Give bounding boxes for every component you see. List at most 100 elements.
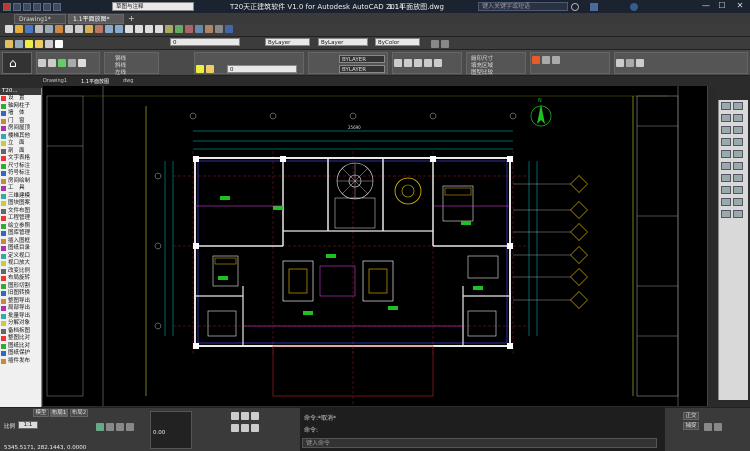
layer-color-icon[interactable] bbox=[55, 40, 63, 48]
new-tab-icon[interactable]: + bbox=[128, 15, 136, 23]
tianzheng-logo[interactable]: ⌂ bbox=[2, 52, 32, 74]
workspace-dropdown[interactable]: 草图与注释 bbox=[112, 2, 194, 11]
bulb-icon[interactable] bbox=[25, 40, 33, 48]
properties-icon[interactable] bbox=[165, 25, 173, 33]
ribbon-compare[interactable]: 图型比较 bbox=[471, 68, 493, 76]
palette-item[interactable]: 分解对象 bbox=[0, 320, 41, 328]
orbit-icon[interactable] bbox=[231, 412, 239, 420]
bulb-icon[interactable] bbox=[196, 65, 204, 73]
palette-item[interactable]: 批量导出 bbox=[0, 313, 41, 321]
region-icon[interactable] bbox=[721, 198, 731, 206]
zoom-window-icon[interactable] bbox=[145, 25, 153, 33]
ribbon-row-left[interactable]: 左线 bbox=[115, 68, 126, 76]
open-icon[interactable] bbox=[15, 25, 23, 33]
palette-item[interactable]: 工程管理 bbox=[0, 215, 41, 223]
customize-icon[interactable] bbox=[714, 423, 722, 431]
add-selected-icon[interactable] bbox=[733, 210, 743, 218]
layer-dropdown[interactable]: 0 bbox=[170, 38, 240, 46]
showmotion-icon[interactable] bbox=[241, 424, 249, 432]
pan-icon[interactable] bbox=[125, 25, 133, 33]
palette-item[interactable]: 文件布图 bbox=[0, 208, 41, 216]
right-tools-panel[interactable] bbox=[614, 52, 748, 74]
rotate-icon[interactable] bbox=[404, 59, 412, 67]
zoom-prev-icon[interactable] bbox=[155, 25, 163, 33]
new-icon[interactable] bbox=[13, 2, 21, 11]
move-icon[interactable] bbox=[394, 59, 402, 67]
user-icon[interactable] bbox=[590, 3, 598, 11]
view-panel[interactable] bbox=[530, 52, 610, 74]
palette-item[interactable]: 定义视口 bbox=[0, 253, 41, 261]
layer-state-icon[interactable] bbox=[15, 40, 23, 48]
ortho-button[interactable]: 正交 bbox=[683, 412, 699, 420]
plot-style-icon[interactable] bbox=[431, 40, 439, 48]
polar-icon[interactable] bbox=[126, 423, 134, 431]
palette-item[interactable]: 工 具 bbox=[0, 185, 41, 193]
new-icon[interactable] bbox=[5, 25, 13, 33]
palette-item[interactable]: 整图比对 bbox=[0, 335, 41, 343]
open-icon[interactable] bbox=[23, 2, 31, 11]
pan-icon[interactable] bbox=[241, 412, 249, 420]
make-block-icon[interactable] bbox=[721, 174, 731, 182]
palette-item[interactable]: 剖 面 bbox=[0, 148, 41, 156]
help-icon[interactable] bbox=[225, 25, 233, 33]
snap-button[interactable]: 捕捉 bbox=[683, 422, 699, 430]
circle-icon[interactable] bbox=[721, 138, 731, 146]
palette-item[interactable]: 插入图框 bbox=[0, 238, 41, 246]
save-icon[interactable] bbox=[25, 25, 33, 33]
layer-manager-icon[interactable] bbox=[5, 40, 13, 48]
palette-item[interactable]: 备档拆图 bbox=[0, 328, 41, 336]
polygon-icon[interactable] bbox=[733, 114, 743, 122]
palette-item[interactable]: 立 面 bbox=[0, 140, 41, 148]
tab-model[interactable]: 模型 bbox=[33, 409, 49, 417]
circle-icon[interactable] bbox=[58, 59, 66, 67]
ellipse-arc-icon[interactable] bbox=[721, 162, 731, 170]
palette-item[interactable]: 视口放大 bbox=[0, 260, 41, 268]
lineweight-dropdown[interactable]: ByLayer bbox=[318, 38, 368, 46]
polyline-icon[interactable] bbox=[721, 114, 731, 122]
sun-icon[interactable] bbox=[35, 40, 43, 48]
save-icon[interactable] bbox=[33, 2, 41, 11]
lock-icon[interactable] bbox=[45, 40, 53, 48]
undo-icon[interactable] bbox=[43, 2, 51, 11]
insert-block-icon[interactable] bbox=[733, 162, 743, 170]
ribbon-layer-dropdown[interactable]: 0 bbox=[227, 65, 297, 73]
revision-cloud-icon[interactable] bbox=[733, 138, 743, 146]
match-icon[interactable] bbox=[95, 25, 103, 33]
palette-item[interactable]: 楼梯其他 bbox=[0, 133, 41, 141]
ribbon-bylayer-a[interactable]: BYLAYER bbox=[339, 55, 385, 63]
design-center-icon[interactable] bbox=[175, 25, 183, 33]
zoom-icon[interactable] bbox=[135, 25, 143, 33]
palette-item[interactable]: 门 窗 bbox=[0, 118, 41, 126]
point-icon[interactable] bbox=[733, 174, 743, 182]
command-line[interactable]: 命令:*取消* 命令: 键入命令 bbox=[300, 407, 665, 451]
ortho-icon[interactable] bbox=[116, 423, 124, 431]
sheet-set-icon[interactable] bbox=[195, 25, 203, 33]
paste-icon[interactable] bbox=[85, 25, 93, 33]
sogou-icon[interactable] bbox=[532, 56, 540, 64]
palette-item[interactable]: 旧图转换 bbox=[0, 290, 41, 298]
palette-item[interactable]: 图块图案 bbox=[0, 200, 41, 208]
palette-item[interactable]: 房间屋顶 bbox=[0, 125, 41, 133]
palette-item[interactable]: 图纸比对 bbox=[0, 343, 41, 351]
color-dropdown[interactable]: ByColor bbox=[375, 38, 420, 46]
ribbon-bylayer-b[interactable]: BYLAYER bbox=[339, 65, 385, 73]
search-input[interactable]: 键入关键字或短语 bbox=[478, 2, 568, 11]
palette-item[interactable]: 房间绘制 bbox=[0, 178, 41, 186]
palette-item[interactable]: 改变比例 bbox=[0, 268, 41, 276]
palette-item[interactable]: 插件发布 bbox=[0, 358, 41, 366]
cut-icon[interactable] bbox=[65, 25, 73, 33]
copy-icon[interactable] bbox=[75, 25, 83, 33]
line-icon[interactable] bbox=[721, 102, 731, 110]
rect-icon[interactable] bbox=[78, 59, 86, 67]
tab-layout2[interactable]: 布局2 bbox=[70, 409, 88, 417]
palette-item[interactable]: 绘立参照 bbox=[0, 223, 41, 231]
grid-icon[interactable] bbox=[106, 423, 114, 431]
scale-dropdown[interactable]: 1:1 bbox=[18, 421, 38, 429]
markup-icon[interactable] bbox=[205, 25, 213, 33]
view-icon[interactable] bbox=[441, 40, 449, 48]
sun-icon[interactable] bbox=[206, 65, 214, 73]
minimize-button[interactable]: — bbox=[700, 1, 712, 11]
clean-screen-icon[interactable] bbox=[704, 423, 712, 431]
rectangle-icon[interactable] bbox=[721, 126, 731, 134]
command-input[interactable]: 键入命令 bbox=[302, 438, 657, 448]
